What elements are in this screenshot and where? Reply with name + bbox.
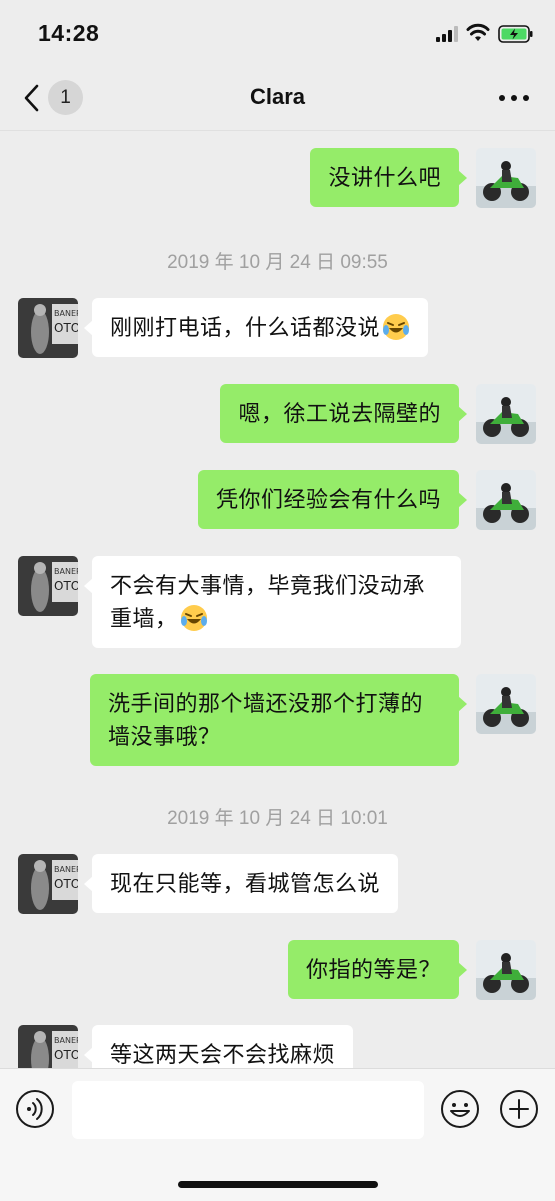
outgoing-message-bubble[interactable]: 嗯，徐工说去隔壁的 [220,384,467,443]
message-text: 等这两天会不会找麻烦 [110,1042,336,1067]
message-text: 嗯，徐工说去隔壁的 [238,401,441,426]
outgoing-message-bubble[interactable]: 凭你们经验会有什么吗 [197,470,468,529]
more-dots-icon[interactable] [496,84,532,112]
message-text: 刚刚打电话，什么话都没说 [110,315,381,340]
message-timestamp: 2019 年 10 月 24 日 09:55 [167,252,388,273]
my-avatar[interactable] [476,470,536,530]
message-list[interactable]: 没讲什么吧 2019 年 10 月 24 日 09:55 BANER OTO 刚刚… [0,131,555,1068]
message-text: 没讲什么吧 [328,165,441,190]
status-time: 14:28 [38,20,100,46]
home-indicator[interactable] [178,1181,378,1188]
svg-text:OTO: OTO [54,1048,78,1062]
contact-avatar[interactable]: BANER OTO [18,556,78,616]
svg-text:BANER: BANER [54,1036,78,1045]
battery-charging-icon [498,25,533,43]
contact-avatar[interactable]: BANER OTO [18,298,78,358]
my-avatar[interactable] [476,674,536,734]
incoming-message-bubble[interactable]: 不会有大事情，毕竟我们没动承重墙， [84,556,461,648]
unread-count-badge: 1 [48,80,83,115]
message-text: 不会有大事情，毕竟我们没动承重墙， [110,573,426,631]
cellular-signal-icon [436,26,458,42]
my-avatar[interactable] [476,148,536,208]
message-input-bar [0,1068,555,1201]
chevron-left-icon [24,84,39,112]
contact-avatar[interactable]: BANER OTO [18,854,78,914]
status-bar: 14:28 [0,0,555,66]
svg-text:OTO: OTO [54,877,78,891]
wifi-icon [466,23,490,41]
outgoing-message-bubble[interactable]: 没讲什么吧 [310,148,467,207]
message-text: 凭你们经验会有什么吗 [215,487,441,512]
laugh-cry-emoji-icon [180,605,207,631]
add-circle-icon[interactable] [499,1089,539,1129]
my-avatar[interactable] [476,940,536,1000]
emoji-face-icon[interactable] [440,1089,480,1129]
svg-text:BANER: BANER [54,865,78,874]
message-input[interactable] [72,1081,424,1139]
laugh-cry-emoji-icon [383,314,410,340]
incoming-message-bubble[interactable]: 现在只能等，看城管怎么说 [83,854,399,913]
chat-header: 1 Clara [0,66,555,131]
svg-text:OTO: OTO [54,579,78,593]
outgoing-message-bubble[interactable]: 你指的等是？ [287,940,468,999]
my-avatar[interactable] [476,384,536,444]
svg-text:BANER: BANER [54,567,78,576]
incoming-message-bubble[interactable]: 刚刚打电话，什么话都没说 [83,298,429,357]
svg-text:OTO: OTO [54,321,78,335]
message-text: 你指的等是？ [305,957,441,982]
message-text: 现在只能等，看城管怎么说 [110,871,381,896]
message-timestamp: 2019 年 10 月 24 日 10:01 [167,808,388,829]
message-text: 洗手间的那个墙还没那个打薄的墙没事哦？ [108,691,424,749]
incoming-message-bubble[interactable]: 等这两天会不会找麻烦 [83,1025,354,1068]
back-button[interactable]: 1 [18,80,88,116]
svg-text:BANER: BANER [54,309,78,318]
voice-input-icon[interactable] [15,1089,55,1129]
contact-avatar[interactable]: BANER OTO [18,1025,78,1068]
outgoing-message-bubble[interactable]: 洗手间的那个墙还没那个打薄的墙没事哦？ [90,674,467,766]
